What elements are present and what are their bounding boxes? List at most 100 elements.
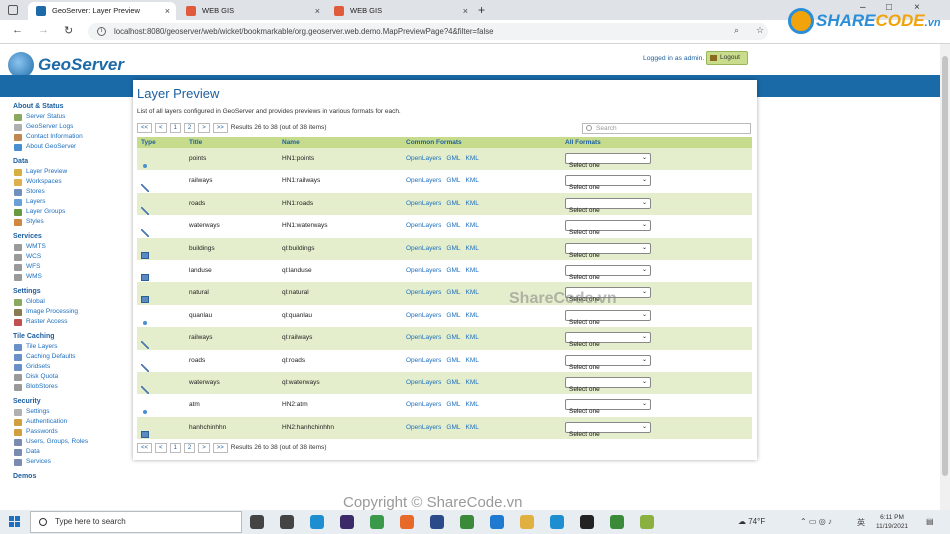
- taskbar-search-input[interactable]: Type here to search: [30, 511, 242, 533]
- task-view-icon[interactable]: [250, 515, 264, 529]
- format-link-kml[interactable]: KML: [466, 424, 479, 431]
- format-link-openlayers[interactable]: OpenLayers: [406, 357, 441, 364]
- all-formats-select[interactable]: Select one ⌄: [565, 354, 651, 371]
- reload-icon[interactable]: ↻: [64, 24, 73, 37]
- format-link-kml[interactable]: KML: [466, 379, 479, 386]
- all-formats-select[interactable]: Select one ⌄: [565, 421, 651, 438]
- format-link-kml[interactable]: KML: [466, 267, 479, 274]
- all-formats-select[interactable]: Select one ⌄: [565, 220, 651, 236]
- all-formats-select[interactable]: Select one ⌄: [565, 197, 651, 214]
- file-explorer-icon[interactable]: [520, 515, 534, 529]
- windows-start-icon[interactable]: [9, 516, 21, 528]
- format-link-openlayers[interactable]: OpenLayers: [406, 401, 441, 408]
- all-formats-select[interactable]: Select one ⌄: [565, 376, 651, 393]
- tray-icons[interactable]: ⌃ ▭ ◎ ♪: [800, 517, 832, 526]
- format-link-gml[interactable]: GML: [446, 200, 460, 207]
- pager-button[interactable]: >: [198, 123, 210, 133]
- sidebar-item-contact-information[interactable]: Contact Information: [13, 132, 123, 142]
- sidebar-item-layer-groups[interactable]: Layer Groups: [13, 207, 123, 217]
- widgets-icon[interactable]: [280, 515, 294, 529]
- sidebar-item-disk-quota[interactable]: Disk Quota: [13, 372, 123, 382]
- format-link-kml[interactable]: KML: [466, 312, 479, 319]
- pager-button[interactable]: 1: [169, 443, 181, 453]
- all-formats-select[interactable]: Select one ⌄: [565, 153, 651, 169]
- sidebar-item-workspaces[interactable]: Workspaces: [13, 177, 123, 187]
- all-formats-select[interactable]: Select one ⌄: [565, 175, 651, 191]
- format-link-kml[interactable]: KML: [466, 245, 479, 252]
- all-formats-select[interactable]: Select one ⌄: [565, 242, 651, 259]
- sidebar-item-global[interactable]: Global: [13, 297, 123, 307]
- format-link-gml[interactable]: GML: [446, 222, 460, 229]
- sidebar-item-raster-access[interactable]: Raster Access: [13, 317, 123, 327]
- sidebar-item-image-processing[interactable]: Image Processing: [13, 307, 123, 317]
- format-link-openlayers[interactable]: OpenLayers: [406, 267, 441, 274]
- sidebar-item-wcs[interactable]: WCS: [13, 252, 123, 262]
- format-link-gml[interactable]: GML: [446, 267, 460, 274]
- sidebar-item-passwords[interactable]: Passwords: [13, 427, 123, 437]
- tab-geoserver-layer-preview[interactable]: GeoServer: Layer Preview ×: [28, 2, 176, 20]
- format-link-openlayers[interactable]: OpenLayers: [406, 334, 441, 341]
- all-formats-select[interactable]: Select one ⌄: [565, 399, 651, 415]
- app-green-icon[interactable]: [610, 515, 624, 529]
- format-link-gml[interactable]: GML: [446, 177, 460, 184]
- column-title[interactable]: Title: [189, 139, 202, 146]
- site-info-icon[interactable]: i: [97, 27, 106, 36]
- format-link-openlayers[interactable]: OpenLayers: [406, 222, 441, 229]
- all-formats-select[interactable]: Select one ⌄: [565, 264, 651, 281]
- vscode-icon[interactable]: [490, 515, 504, 529]
- format-link-kml[interactable]: KML: [466, 177, 479, 184]
- qgis-icon[interactable]: [640, 515, 654, 529]
- pager-button[interactable]: 2: [183, 443, 196, 453]
- scrollbar-thumb[interactable]: [942, 56, 948, 476]
- format-link-gml[interactable]: GML: [446, 155, 460, 162]
- sidebar-item-stores[interactable]: Stores: [13, 187, 123, 197]
- zoom-icon[interactable]: ⌕: [734, 25, 739, 36]
- pager-button[interactable]: <<: [137, 443, 153, 453]
- sidebar-item-layer-preview[interactable]: Layer Preview: [13, 167, 123, 177]
- back-arrow-icon[interactable]: ←: [12, 24, 23, 36]
- format-link-openlayers[interactable]: OpenLayers: [406, 155, 441, 162]
- new-tab-button[interactable]: +: [478, 2, 485, 18]
- pager-button[interactable]: >>: [212, 443, 228, 453]
- format-link-gml[interactable]: GML: [446, 357, 460, 364]
- recycle-app-icon[interactable]: [370, 515, 384, 529]
- ssms-icon[interactable]: [430, 515, 444, 529]
- format-link-kml[interactable]: KML: [466, 334, 479, 341]
- sidebar-item-server-status[interactable]: Server Status: [13, 112, 123, 122]
- weather-widget[interactable]: ☁ 74°F: [738, 517, 765, 526]
- format-link-gml[interactable]: GML: [446, 245, 460, 252]
- format-link-gml[interactable]: GML: [446, 401, 460, 408]
- tab-web-gis-1[interactable]: WEB GIS ×: [178, 2, 326, 20]
- tab-web-gis-2[interactable]: WEB GIS ×: [326, 2, 474, 20]
- eclipse-icon[interactable]: [340, 515, 354, 529]
- sidebar-item-wfs[interactable]: WFS: [13, 262, 123, 272]
- pager-button[interactable]: >: [198, 443, 210, 453]
- zalo-icon[interactable]: [550, 515, 564, 529]
- format-link-openlayers[interactable]: OpenLayers: [406, 200, 441, 207]
- geoserver-logo-text[interactable]: GeoServer: [38, 55, 124, 75]
- format-link-kml[interactable]: KML: [466, 222, 479, 229]
- close-tab-icon[interactable]: ×: [463, 2, 468, 20]
- pager-button[interactable]: <<: [137, 123, 153, 133]
- sidebar-item-gridsets[interactable]: Gridsets: [13, 362, 123, 372]
- pager-button[interactable]: 2: [183, 123, 196, 133]
- column-type[interactable]: Type: [141, 139, 156, 146]
- close-tab-icon[interactable]: ×: [165, 2, 170, 20]
- pager-button[interactable]: >>: [212, 123, 228, 133]
- search-input[interactable]: Search: [582, 123, 751, 134]
- sidebar-item-tile-layers[interactable]: Tile Layers: [13, 342, 123, 352]
- format-link-gml[interactable]: GML: [446, 312, 460, 319]
- format-link-openlayers[interactable]: OpenLayers: [406, 312, 441, 319]
- clock[interactable]: 6:11 PM 11/19/2021: [876, 513, 908, 531]
- close-tab-icon[interactable]: ×: [315, 2, 320, 20]
- logout-button[interactable]: Logout: [706, 51, 748, 65]
- postman-icon[interactable]: [400, 515, 414, 529]
- format-link-kml[interactable]: KML: [466, 155, 479, 162]
- sidebar-item-styles[interactable]: Styles: [13, 217, 123, 227]
- sidebar-item-settings[interactable]: Settings: [13, 407, 123, 417]
- sidebar-item-about-geoserver[interactable]: About GeoServer: [13, 142, 123, 152]
- forward-arrow-icon[interactable]: →: [38, 24, 49, 36]
- sidebar-item-data[interactable]: Data: [13, 447, 123, 457]
- sidebar-item-geoserver-logs[interactable]: GeoServer Logs: [13, 122, 123, 132]
- pager-button[interactable]: 1: [169, 123, 181, 133]
